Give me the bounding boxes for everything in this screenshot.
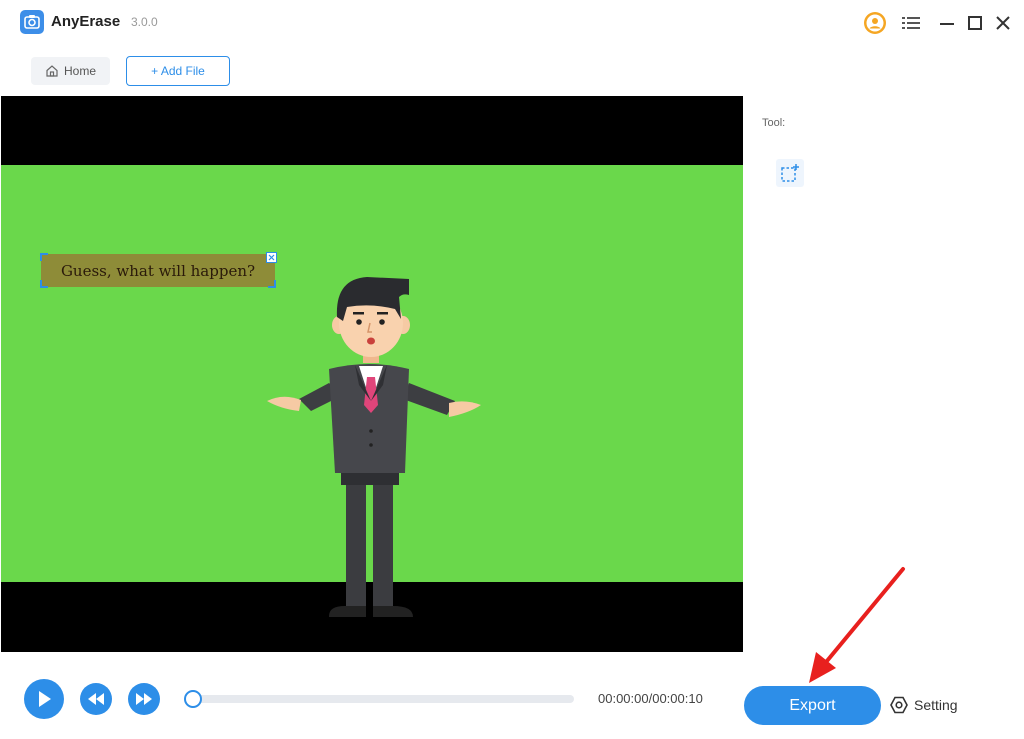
remove-selection-icon[interactable]	[266, 252, 277, 263]
house-icon	[46, 65, 58, 77]
home-button[interactable]: Home	[31, 57, 110, 85]
setting-label: Setting	[914, 697, 958, 713]
time-readout: 00:00:00/00:00:10	[598, 691, 703, 706]
rect-select-icon	[781, 164, 799, 182]
video-preview[interactable]: Guess, what will happen?	[1, 96, 743, 652]
app-version: 3.0.0	[131, 15, 158, 29]
play-icon	[39, 691, 51, 707]
video-frame: Guess, what will happen?	[1, 165, 743, 617]
user-circle-icon	[864, 12, 886, 34]
setting-button[interactable]: Setting	[889, 694, 958, 716]
annotation-arrow	[809, 567, 905, 683]
title-bar: AnyErase 3.0.0	[0, 0, 1024, 46]
rect-select-tool-button[interactable]	[776, 159, 804, 187]
gear-icon	[890, 696, 908, 714]
add-file-button[interactable]: + Add File	[126, 56, 230, 86]
account-button[interactable]	[862, 10, 888, 36]
minimize-icon	[940, 23, 954, 25]
close-icon	[996, 16, 1010, 30]
caption-selection[interactable]: Guess, what will happen?	[40, 252, 277, 288]
progress-bar[interactable]	[184, 690, 574, 708]
selection-handle-top-left[interactable]	[40, 253, 48, 261]
progress-knob[interactable]	[184, 690, 202, 708]
home-label: Home	[63, 64, 96, 78]
app-name: AnyErase	[51, 13, 121, 30]
play-button[interactable]	[24, 679, 64, 719]
export-button[interactable]: Export	[744, 686, 881, 725]
fast-forward-button[interactable]	[128, 683, 160, 715]
menu-button[interactable]	[898, 10, 924, 36]
app-logo-icon	[20, 10, 44, 34]
tool-label: Tool:	[762, 117, 786, 129]
caption-text: Guess, what will happen?	[60, 261, 256, 280]
maximize-button[interactable]	[962, 10, 988, 36]
maximize-icon	[968, 16, 982, 30]
fast-forward-icon	[136, 693, 152, 705]
rewind-icon	[88, 693, 104, 705]
close-button[interactable]	[990, 10, 1016, 36]
hamburger-icon	[902, 17, 920, 29]
minimize-button[interactable]	[934, 10, 960, 36]
rewind-button[interactable]	[80, 683, 112, 715]
cartoon-businessman	[267, 277, 481, 617]
selection-handle-bottom-left[interactable]	[40, 280, 48, 288]
